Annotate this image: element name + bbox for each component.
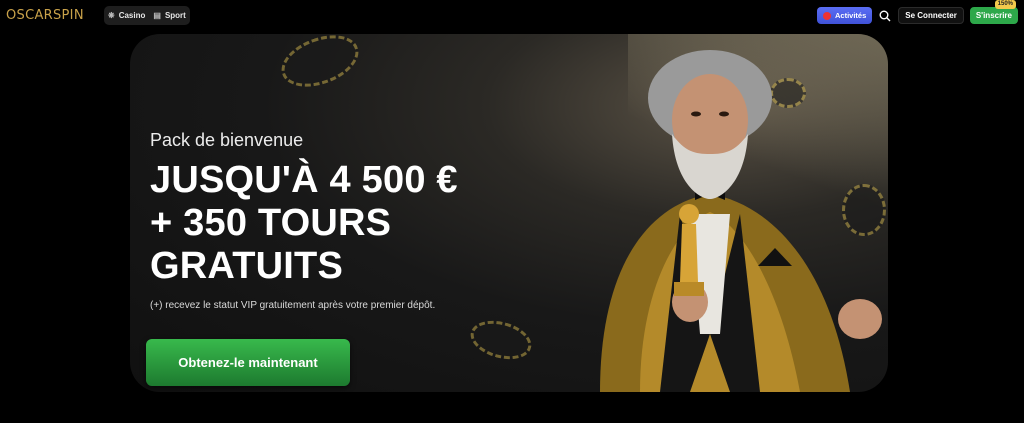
activities-button[interactable]: Activités bbox=[817, 7, 873, 24]
headline-line-3: GRATUITS bbox=[150, 245, 343, 287]
signup-label: S'inscrire bbox=[975, 11, 1012, 20]
banner-content: Pack de bienvenue JUSQU'À 4 500 € + 350 … bbox=[150, 130, 530, 311]
headline-line-1: JUSQU'À 4 500 € bbox=[150, 159, 458, 201]
nav-sport[interactable]: ▤ Sport bbox=[153, 11, 185, 20]
sport-icon: ▤ bbox=[153, 11, 161, 20]
banner-eyebrow: Pack de bienvenue bbox=[150, 130, 304, 150]
activities-label: Activités bbox=[835, 11, 867, 20]
main-nav: ❋ Casino ▤ Sport bbox=[104, 6, 190, 25]
header-actions: Activités Se Connecter 150% S'inscrire bbox=[817, 0, 1018, 25]
nav-sport-label: Sport bbox=[164, 11, 186, 20]
banner-subtitle: (+) recevez le statut VIP gratuitement a… bbox=[150, 300, 436, 311]
headline-line-2: + 350 TOURS bbox=[150, 202, 392, 244]
login-button[interactable]: Se Connecter bbox=[898, 7, 964, 24]
casino-icon: ❋ bbox=[108, 11, 115, 20]
nav-casino[interactable]: ❋ Casino bbox=[108, 11, 145, 20]
banner-headline: JUSQU'À 4 500 € + 350 TOURS GRATUITS bbox=[150, 159, 530, 288]
top-bar: OSCARSPIN ❋ Casino ▤ Sport Activités Se … bbox=[0, 0, 1024, 32]
site-logo[interactable]: OSCARSPIN bbox=[6, 8, 84, 23]
poker-chip-icon bbox=[274, 34, 366, 97]
host-illustration bbox=[600, 50, 882, 392]
signup-button[interactable]: 150% S'inscrire bbox=[969, 0, 1018, 24]
nav-casino-label: Casino bbox=[118, 11, 146, 20]
signup-bonus-badge: 150% bbox=[994, 0, 1016, 9]
search-icon[interactable] bbox=[878, 9, 892, 23]
poker-chip-icon bbox=[466, 314, 536, 366]
rocket-icon bbox=[823, 11, 831, 20]
welcome-banner[interactable]: Pack de bienvenue JUSQU'À 4 500 € + 350 … bbox=[130, 34, 888, 392]
claim-bonus-button[interactable]: Obtenez-le maintenant bbox=[146, 339, 350, 386]
